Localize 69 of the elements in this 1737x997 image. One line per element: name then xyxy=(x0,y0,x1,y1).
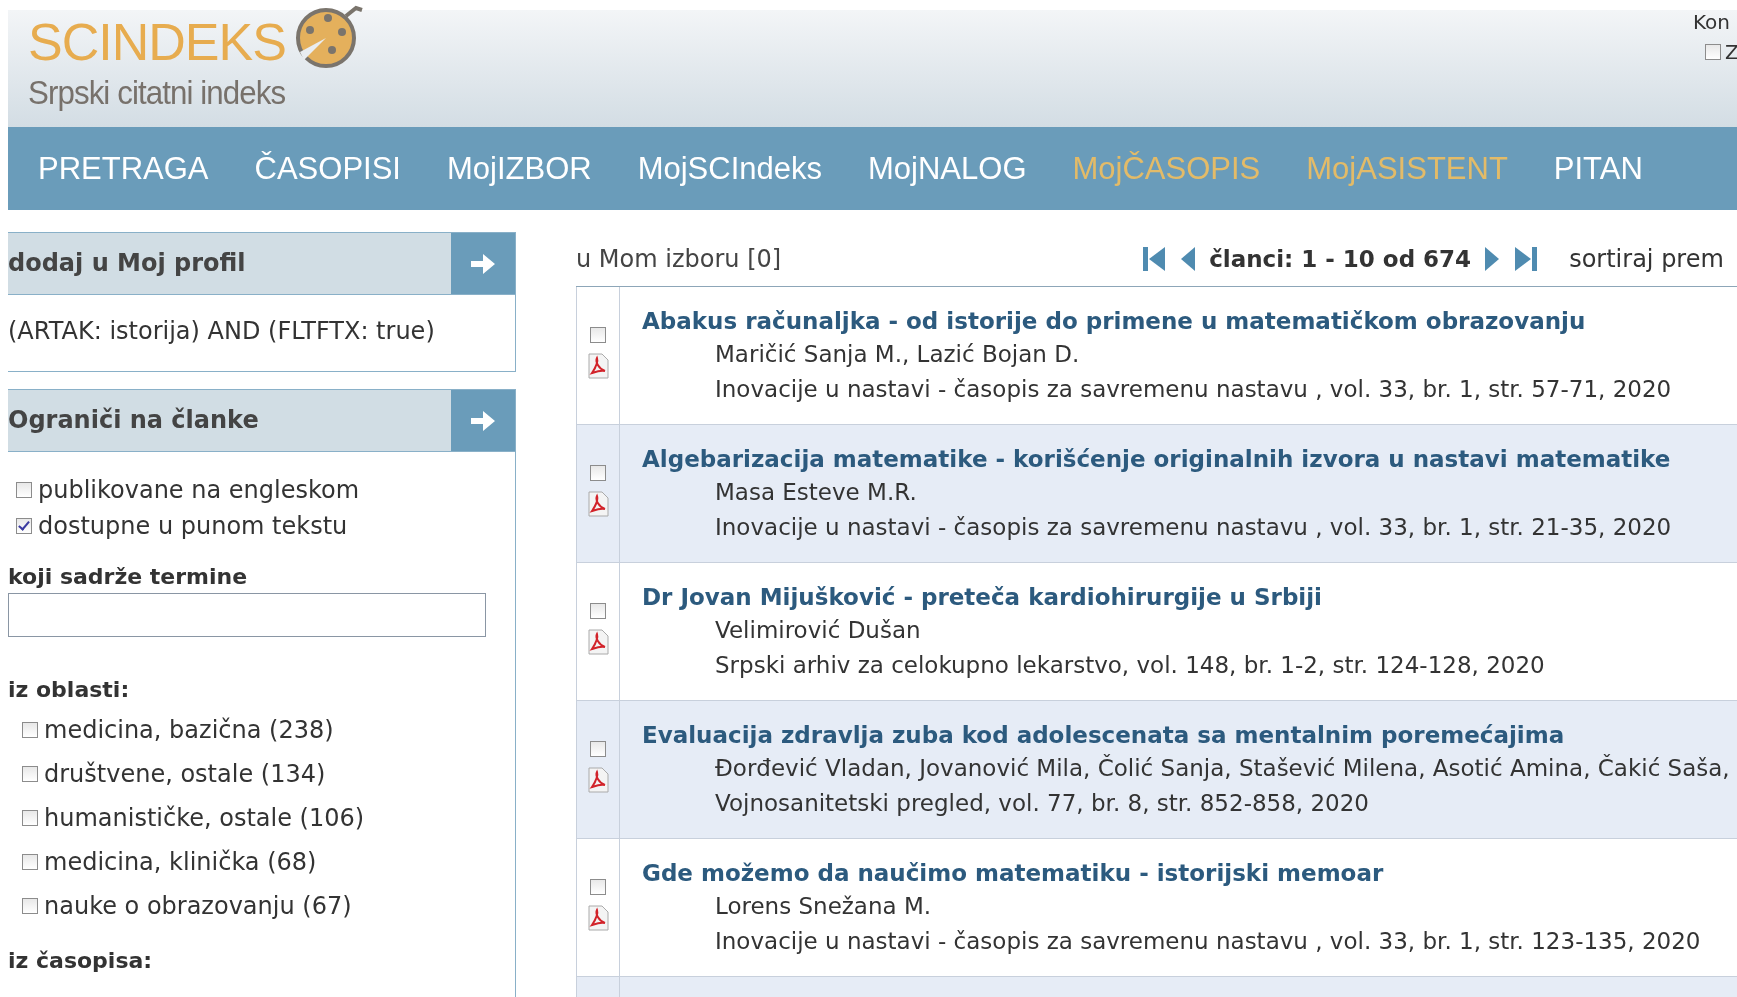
article-title-link[interactable]: Algebarizacija matematike - korišćenje originalnih izvora u nastavi matematike xyxy=(642,443,1672,475)
checkbox-label: nauke o obrazovanju (67) xyxy=(44,892,352,920)
checkbox-label: humanističke, ostale (106) xyxy=(44,804,365,832)
nav-link[interactable]: MojSCIndeks xyxy=(637,150,822,187)
checkbox[interactable] xyxy=(16,518,32,534)
article-title-link[interactable]: Abakus računaljka - od istorije do primene u matematičkom obrazovanju xyxy=(642,305,1672,337)
header-link[interactable]: Kon xyxy=(1693,10,1731,34)
article-source: Inovacije u nastavi - časopis za savremenu nastavu , vol. 33, br. 1, str. 21-35, 2020 xyxy=(714,513,1672,542)
pdf-icon[interactable] xyxy=(586,491,610,517)
terms-input-field[interactable] xyxy=(8,593,486,637)
checkbox-label: dostupne u punom tekstu xyxy=(38,512,348,540)
arrow-icon xyxy=(469,251,497,276)
checkbox[interactable] xyxy=(16,482,32,498)
pdf-icon[interactable] xyxy=(586,353,610,379)
checkbox[interactable] xyxy=(1705,44,1721,60)
last-page-icon[interactable] xyxy=(1513,245,1540,273)
checkbox[interactable] xyxy=(590,741,606,757)
nav-link[interactable]: MojČASOPIS xyxy=(1072,150,1261,187)
section-label: iz časopisa: xyxy=(8,948,154,973)
article-authors: Lorens Snežana M. xyxy=(714,892,933,921)
checkbox[interactable] xyxy=(590,327,606,343)
article-source: Srpski arhiv za celokupno lekarstvo, vol. 148, br. 1-2, str. 124-128, 2020 xyxy=(714,651,1545,680)
previous-page-icon[interactable] xyxy=(1179,245,1198,273)
first-page-icon[interactable] xyxy=(1141,245,1168,273)
article-title-link[interactable]: Dr Jovan Mijušković - preteča kardiohirurgije u Srbiji xyxy=(642,581,1545,613)
nav-link[interactable]: MojASISTENT xyxy=(1306,150,1508,187)
section-label: koji sadrže termine xyxy=(8,564,249,589)
article-authors: Maričić Sanja M., Lazić Bojan D. xyxy=(714,340,1081,369)
checkbox-label: Z xyxy=(1725,40,1737,64)
arrow-button[interactable] xyxy=(451,233,515,294)
sort-label: sortiraj prem xyxy=(1569,245,1724,273)
arrow-button[interactable] xyxy=(451,390,515,451)
article-title-link[interactable]: Evaluacija zdravlja zuba kod adolescenata sa mentalnim poremećajima xyxy=(642,719,1730,751)
article-source: Inovacije u nastavi - časopis za savremenu nastavu , vol. 33, br. 1, str. 57-71, 2020 xyxy=(714,375,1672,404)
checkbox[interactable] xyxy=(22,722,38,738)
article-source: Inovacije u nastavi - časopis za savremenu nastavu , vol. 33, br. 1, str. 123-135, 2020 xyxy=(714,927,1701,956)
section-label: iz oblasti: xyxy=(8,677,131,702)
arrow-icon xyxy=(469,408,497,433)
checkbox-label: medicina, klinička (68) xyxy=(44,848,317,876)
panel-title: Ograniči na članke xyxy=(8,405,260,436)
pdf-icon[interactable] xyxy=(586,629,610,655)
logo-title: SCINDEKS xyxy=(28,14,286,70)
checkbox-label: medicina, bazična (238) xyxy=(44,716,334,744)
nav-link[interactable]: MojNALOG xyxy=(868,150,1027,187)
checkbox[interactable] xyxy=(22,810,38,826)
checkbox[interactable] xyxy=(22,766,38,782)
my-selection-link[interactable]: u Mom izboru [0] xyxy=(576,245,782,273)
nav-link[interactable]: ČASOPISI xyxy=(254,150,401,187)
article-authors: Masa Esteve M.R. xyxy=(714,478,918,507)
article-authors: Đorđević Vladan, Jovanović Mila, Čolić Sanja, Stašević Milena, Asotić Amina, Čakić Saša, xyxy=(714,753,1730,783)
checkbox[interactable] xyxy=(22,898,38,914)
result-range: članci: 1 - 10 od 674 xyxy=(1209,246,1472,272)
nav-link[interactable]: MojIZBOR xyxy=(446,150,592,187)
checkbox-label: publikovane na engleskom xyxy=(38,476,360,504)
article-source: Vojnosanitetski pregled, vol. 77, br. 8, str. 852-858, 2020 xyxy=(714,789,1370,818)
pdf-icon[interactable] xyxy=(586,767,610,793)
article-authors: Velimirović Dušan xyxy=(714,616,922,645)
checkbox[interactable] xyxy=(22,854,38,870)
article-title-link[interactable]: Gde možemo da naučimo matematiku - istorijski memoar xyxy=(642,857,1701,889)
checkbox-label: društvene, ostale (134) xyxy=(44,760,326,788)
checkbox[interactable] xyxy=(590,465,606,481)
checkbox[interactable] xyxy=(590,879,606,895)
logo-subtitle: Srpski citatni indeks xyxy=(28,72,287,112)
pdf-icon[interactable] xyxy=(586,905,610,931)
nav-link[interactable]: PRETRAGA xyxy=(38,150,209,187)
query-text: (ARTAK: istorija) AND (FLTFTX: true) xyxy=(8,316,436,347)
panel-title: dodaj u Moj profil xyxy=(8,248,247,279)
nav-link[interactable]: PITAN xyxy=(1553,150,1643,187)
checkbox[interactable] xyxy=(590,603,606,619)
